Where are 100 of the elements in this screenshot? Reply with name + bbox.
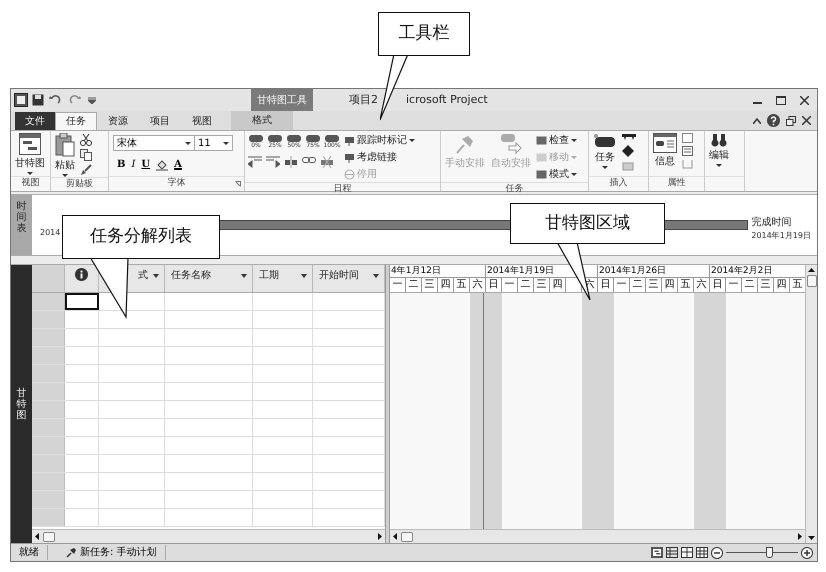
group-label: 视图 bbox=[22, 177, 40, 190]
scroll-right-icon[interactable] bbox=[378, 533, 382, 540]
scroll-thumb[interactable] bbox=[401, 532, 413, 542]
maximize-icon[interactable] bbox=[776, 96, 786, 104]
indent-icon[interactable] bbox=[266, 156, 280, 168]
button-icon bbox=[536, 169, 547, 180]
timescale-day: 二 bbox=[518, 278, 534, 292]
schedule-button[interactable]: 考虑链接 bbox=[344, 150, 415, 165]
ribbon-tab[interactable]: 格式 bbox=[231, 111, 293, 130]
button-icon bbox=[344, 152, 355, 163]
brush-icon[interactable] bbox=[80, 164, 92, 176]
new-task-mode-button[interactable]: 新任务: 手动计划 bbox=[48, 545, 166, 560]
scroll-left-icon[interactable] bbox=[35, 533, 39, 540]
scroll-thumb[interactable] bbox=[806, 275, 816, 287]
group-label: 字体 bbox=[168, 177, 186, 190]
select-all-cell[interactable] bbox=[32, 265, 65, 292]
window-title: icrosoft Project bbox=[406, 92, 488, 108]
scissors-icon[interactable] bbox=[80, 134, 92, 146]
caret-icon bbox=[27, 172, 33, 175]
filter-caret-icon bbox=[153, 274, 159, 278]
scroll-down-icon[interactable] bbox=[808, 536, 815, 540]
scroll-up-icon[interactable] bbox=[808, 268, 815, 272]
ribbon-tab[interactable]: 项目 bbox=[139, 112, 181, 130]
collapse-ribbon-icon[interactable] bbox=[753, 118, 761, 124]
scroll-thumb[interactable] bbox=[43, 532, 55, 542]
ribbon-tab[interactable]: 任务 bbox=[55, 112, 97, 130]
timescale-day: 一 bbox=[726, 278, 742, 292]
insert-task-button[interactable]: 任务 bbox=[592, 133, 618, 169]
ribbon-tab[interactable]: 资源 bbox=[97, 112, 139, 130]
help-icon[interactable] bbox=[767, 114, 780, 127]
column-header[interactable]: 任务名称 bbox=[168, 268, 249, 283]
zoom-in-icon[interactable] bbox=[801, 546, 813, 558]
paint-bucket-icon[interactable] bbox=[156, 158, 168, 170]
gantt-view-icon[interactable] bbox=[651, 547, 663, 558]
timescale-day: 日 bbox=[598, 278, 614, 292]
italic-button[interactable]: I bbox=[131, 157, 136, 172]
column-header[interactable]: 开始时间 bbox=[316, 268, 381, 283]
caret-icon bbox=[409, 139, 415, 142]
unlink-icon[interactable] bbox=[320, 156, 334, 168]
window-title: 项目2 bbox=[349, 92, 378, 108]
font-size-field[interactable]: 11 bbox=[195, 135, 233, 151]
ribbon-tab[interactable]: 文件 bbox=[15, 112, 55, 130]
app-icon[interactable] bbox=[14, 93, 28, 107]
horizontal-scrollbar[interactable] bbox=[32, 529, 385, 543]
timescale-day: 日 bbox=[710, 278, 726, 292]
outdent-icon[interactable] bbox=[248, 156, 262, 168]
copy-icon[interactable] bbox=[80, 149, 94, 161]
task-arrow-icon bbox=[499, 133, 523, 155]
task-usage-icon[interactable] bbox=[666, 547, 678, 558]
info-icon[interactable] bbox=[75, 268, 88, 281]
font-name-field[interactable]: 宋体 bbox=[113, 135, 195, 151]
paste-button[interactable]: 粘贴 bbox=[54, 133, 76, 177]
schedule-button[interactable]: 跟踪时标记 bbox=[344, 133, 415, 148]
resource-sheet-icon[interactable] bbox=[696, 547, 708, 558]
task-button[interactable]: 检查 bbox=[536, 133, 577, 148]
timescale-day: 六 bbox=[694, 278, 710, 292]
button-icon bbox=[536, 135, 547, 146]
team-planner-icon[interactable] bbox=[681, 547, 693, 558]
progress-bar-icon bbox=[287, 135, 301, 142]
task-button[interactable]: 模式 bbox=[536, 167, 577, 182]
column-header[interactable]: 工期 bbox=[256, 268, 309, 283]
timeline-add-icon[interactable] bbox=[682, 159, 693, 169]
font-color-button[interactable]: A bbox=[174, 157, 182, 172]
save-icon[interactable] bbox=[32, 94, 44, 106]
zoom-slider[interactable] bbox=[726, 546, 798, 558]
bold-button[interactable]: B bbox=[117, 157, 126, 172]
scroll-right-icon[interactable] bbox=[798, 533, 802, 540]
ribbon-tab[interactable]: 视图 bbox=[181, 112, 223, 130]
information-button[interactable]: 信息 bbox=[652, 133, 678, 169]
table-cell[interactable] bbox=[65, 293, 99, 310]
editing-button[interactable]: 编辑 bbox=[708, 133, 730, 167]
group-label: 任务 bbox=[506, 183, 524, 196]
caret-icon bbox=[716, 164, 722, 167]
dialog-launcher-icon[interactable] bbox=[235, 181, 241, 187]
timescale-day: 日 bbox=[486, 278, 502, 292]
notes-icon[interactable] bbox=[682, 133, 693, 143]
timescale-day: 三 bbox=[758, 278, 774, 292]
details-icon[interactable] bbox=[682, 146, 693, 156]
milestone-icon[interactable] bbox=[622, 145, 634, 157]
timescale-day: 二 bbox=[406, 278, 422, 292]
timescale-day: 五 bbox=[678, 278, 694, 292]
split-task-icon[interactable] bbox=[284, 156, 298, 168]
vertical-scrollbar[interactable] bbox=[805, 265, 817, 543]
summary-icon[interactable] bbox=[622, 133, 636, 141]
scroll-left-icon[interactable] bbox=[393, 533, 397, 540]
underline-button[interactable]: U bbox=[141, 157, 150, 172]
customize-icon[interactable] bbox=[88, 96, 96, 104]
link-icon[interactable] bbox=[302, 156, 316, 164]
redo-icon[interactable] bbox=[68, 95, 84, 105]
restore-icon[interactable] bbox=[786, 116, 796, 126]
close-icon[interactable] bbox=[800, 96, 809, 104]
group-label: 剪贴板 bbox=[66, 178, 93, 191]
zoom-out-icon[interactable] bbox=[711, 546, 723, 558]
timescale-day: 三 bbox=[422, 278, 438, 292]
caret-icon bbox=[571, 173, 577, 176]
close-icon[interactable] bbox=[802, 116, 811, 125]
timescale-day: 六 bbox=[470, 278, 486, 292]
gantt-chart-button[interactable]: 甘特图 bbox=[14, 133, 46, 175]
horizontal-scrollbar[interactable] bbox=[390, 529, 805, 543]
slider-thumb[interactable] bbox=[766, 546, 774, 558]
